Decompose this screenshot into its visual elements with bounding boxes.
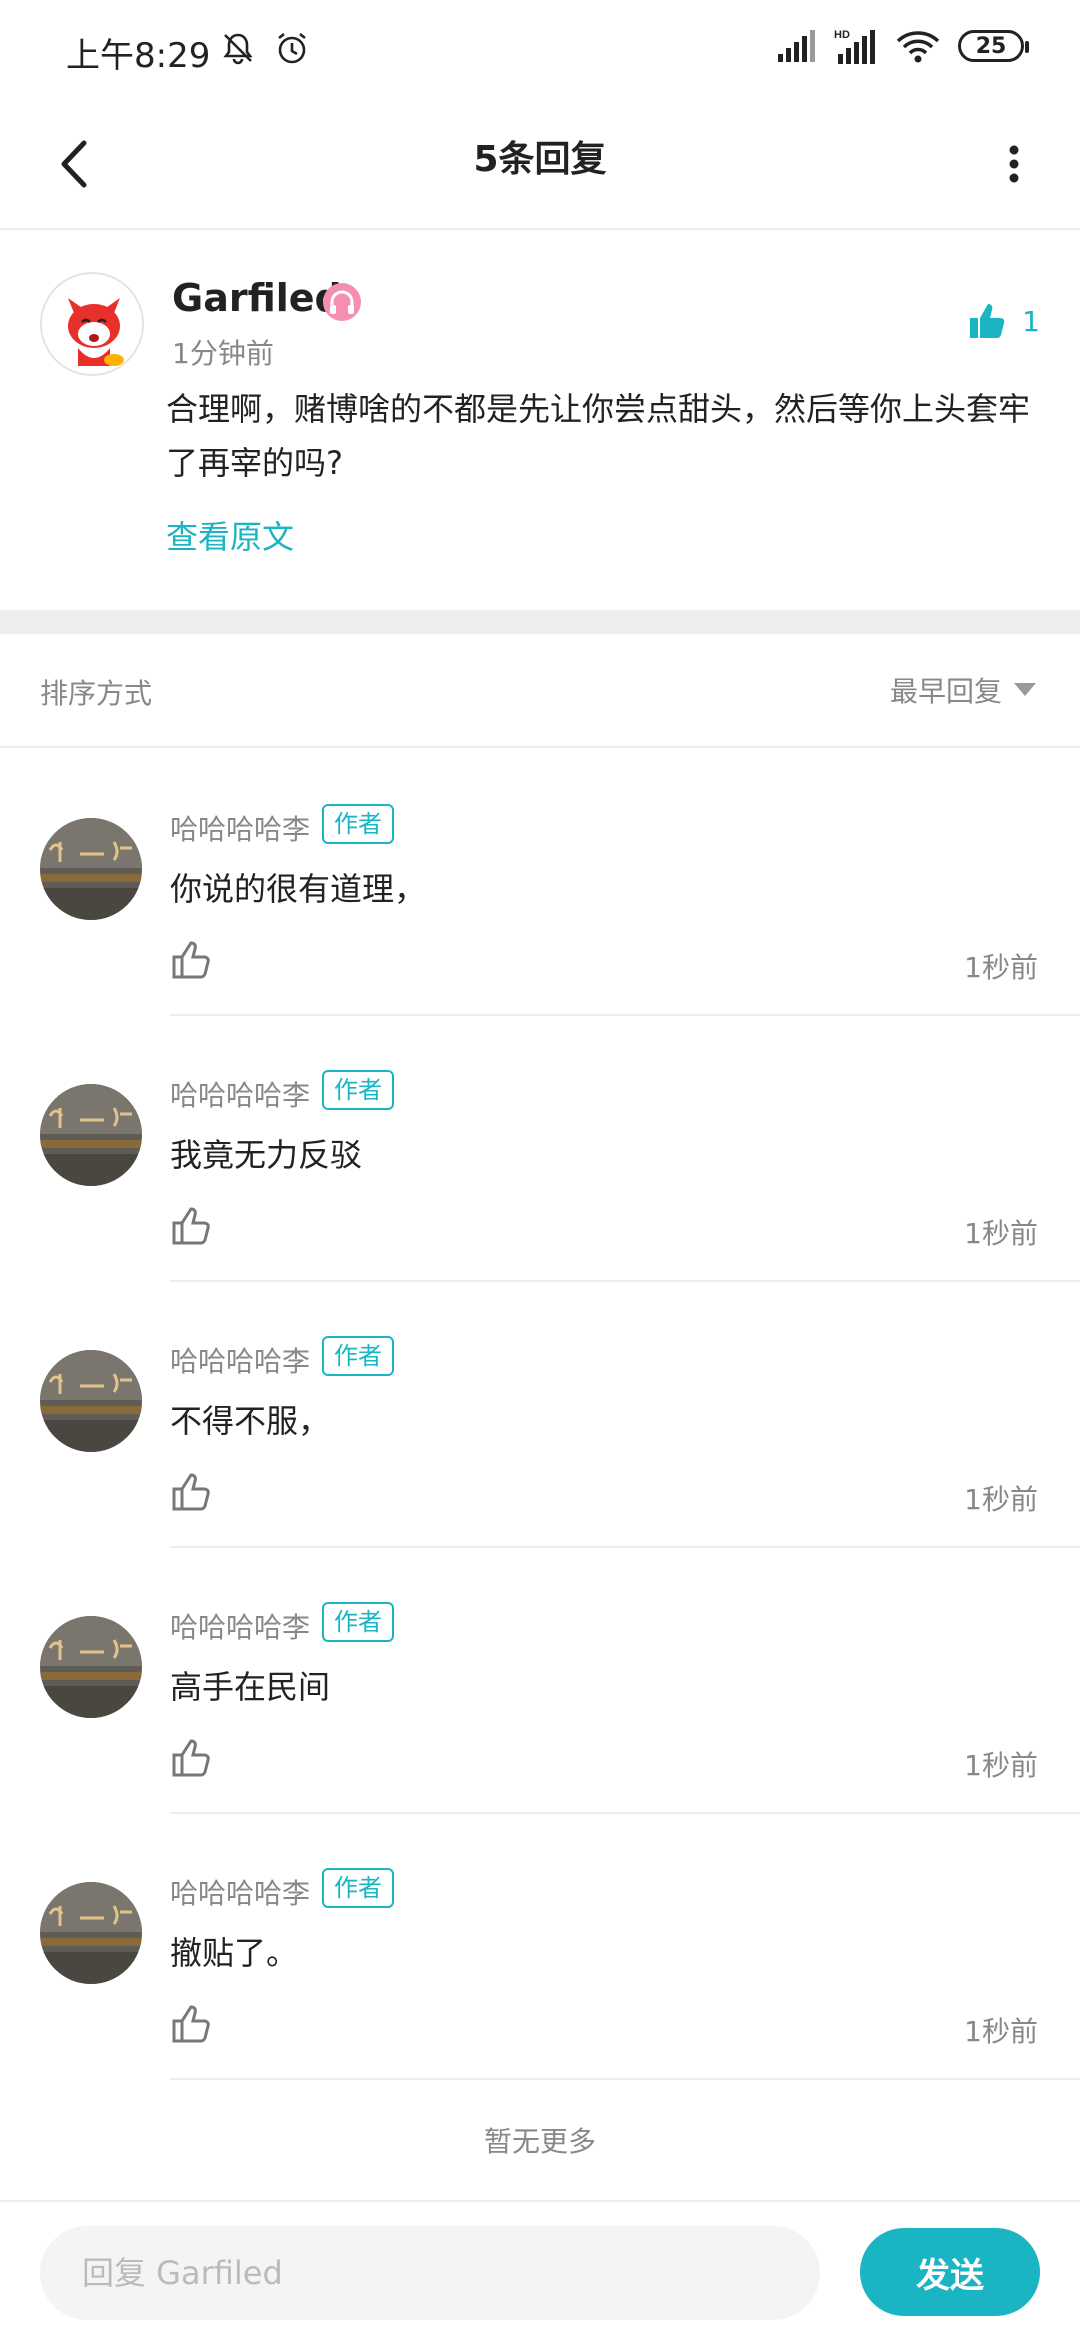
more-vertical-icon (1009, 145, 1019, 183)
thumbs-up-outline-icon (172, 1473, 210, 1511)
bell-muted-icon (223, 33, 253, 65)
caret-down-icon (1014, 683, 1036, 696)
comment-text: 合理啊，赌博啥的不都是先让你尝点甜头，然后等你上头套牢了再宰的吗? (166, 390, 1031, 482)
reply-time: 1秒前 (964, 951, 1038, 984)
author-tag: 作者 (322, 1070, 394, 1110)
sort-label: 排序方式 (40, 677, 153, 710)
reply-author[interactable]: 哈哈哈哈李 (170, 1074, 310, 1114)
like-count: 1 (1022, 304, 1040, 338)
reply-author[interactable]: 哈哈哈哈李 (170, 808, 310, 848)
status-right: HD 25 (776, 28, 1029, 64)
reply-input[interactable] (40, 2226, 820, 2320)
author-tag: 作者 (322, 1336, 394, 1376)
thumbs-up-outline-icon (172, 2005, 210, 2043)
calligraphy-avatar-icon (40, 1350, 142, 1452)
reply-author[interactable]: 哈哈哈哈李 (170, 1606, 310, 1646)
avatar[interactable] (40, 1084, 142, 1186)
more-button[interactable] (974, 124, 1054, 204)
calligraphy-avatar-icon (40, 1882, 142, 1984)
author-tag: 作者 (322, 1602, 394, 1642)
reply-bar: 发送 (0, 2200, 1080, 2340)
like-button[interactable] (170, 1204, 214, 1248)
no-more-text: 暂无更多 (483, 2125, 596, 2158)
reply-time: 1秒前 (964, 1483, 1038, 1516)
reply-author[interactable]: 哈哈哈哈李 (170, 1340, 310, 1380)
reply-time: 1秒前 (964, 2015, 1038, 2048)
avatar[interactable] (40, 272, 144, 376)
like-button[interactable] (170, 2002, 214, 2046)
reply-text: 你说的很有道理， (170, 870, 427, 908)
comment-time: 1分钟前 (172, 337, 274, 370)
reply-item: 哈哈哈哈李 作者 撤贴了。 1秒前 (0, 1814, 1080, 2080)
thumbs-up-outline-icon (172, 1739, 210, 1777)
calligraphy-avatar-icon (40, 818, 142, 920)
reply-text: 高手在民间 (170, 1668, 331, 1706)
like-button[interactable] (170, 1736, 214, 1780)
svg-text:HD: HD (834, 29, 850, 41)
battery-icon: 25 (958, 30, 1029, 62)
send-button[interactable]: 发送 (860, 2228, 1040, 2316)
status-left-icons (220, 30, 310, 66)
thumbs-up-icon (970, 304, 1005, 338)
author-tag: 作者 (322, 804, 394, 844)
headphones-badge-icon (323, 283, 361, 321)
user-badge (320, 280, 364, 328)
hd-signal-icon: HD (834, 29, 875, 64)
wifi-icon (896, 31, 940, 63)
original-comment: Garfiled 1分钟前 1 合理啊，赌博啥的不都是先让你尝点甜头，然后等你上… (0, 232, 1080, 610)
reply-time: 1秒前 (964, 1749, 1038, 1782)
reply-time: 1秒前 (964, 1217, 1038, 1250)
calligraphy-avatar-icon (40, 1084, 142, 1186)
thumbs-up-outline-icon (172, 941, 210, 979)
battery-level: 25 (975, 33, 1007, 59)
reply-text: 撤贴了。 (170, 1934, 299, 1972)
reply-item: 哈哈哈哈李 作者 你说的很有道理， 1秒前 (0, 750, 1080, 1016)
avatar[interactable] (40, 1882, 142, 1984)
sort-row: 排序方式 最早回复 (0, 634, 1080, 748)
like-button[interactable] (170, 938, 214, 982)
reply-text: 我竟无力反驳 (170, 1136, 363, 1174)
app-header: 5条回复 (0, 100, 1080, 230)
reply-item: 哈哈哈哈李 作者 我竟无力反驳 1秒前 (0, 1016, 1080, 1282)
sort-value: 最早回复 (889, 675, 1002, 708)
page-title: 5条回复 (473, 139, 607, 180)
section-divider (0, 610, 1080, 634)
screen: 上午8:29 HD 25 5条回复 Garfiled 1分钟前 1 合理啊，赌博… (0, 0, 1080, 2340)
avatar[interactable] (40, 1350, 142, 1452)
calligraphy-avatar-icon (40, 1616, 142, 1718)
status-bar: 上午8:29 HD 25 (0, 0, 1080, 100)
reply-author[interactable]: 哈哈哈哈李 (170, 1872, 310, 1912)
avatar[interactable] (40, 818, 142, 920)
signal-icon (778, 30, 815, 62)
status-time: 上午8:29 (66, 36, 211, 76)
thumbs-up-outline-icon (172, 1207, 210, 1245)
fox-avatar-icon (42, 274, 142, 374)
reply-item: 哈哈哈哈李 作者 高手在民间 1秒前 (0, 1548, 1080, 1814)
reply-text: 不得不服， (170, 1402, 331, 1440)
sort-dropdown[interactable]: 最早回复 (890, 670, 1036, 710)
row-divider (170, 2078, 1080, 2080)
author-tag: 作者 (322, 1868, 394, 1908)
alarm-icon (278, 32, 306, 64)
view-original-link[interactable]: 查看原文 (166, 512, 294, 558)
like-button[interactable]: 1 (966, 300, 1040, 342)
like-button[interactable] (170, 1470, 214, 1514)
reply-item: 哈哈哈哈李 作者 不得不服， 1秒前 (0, 1282, 1080, 1548)
author-name[interactable]: Garfiled (172, 276, 342, 320)
avatar[interactable] (40, 1616, 142, 1718)
